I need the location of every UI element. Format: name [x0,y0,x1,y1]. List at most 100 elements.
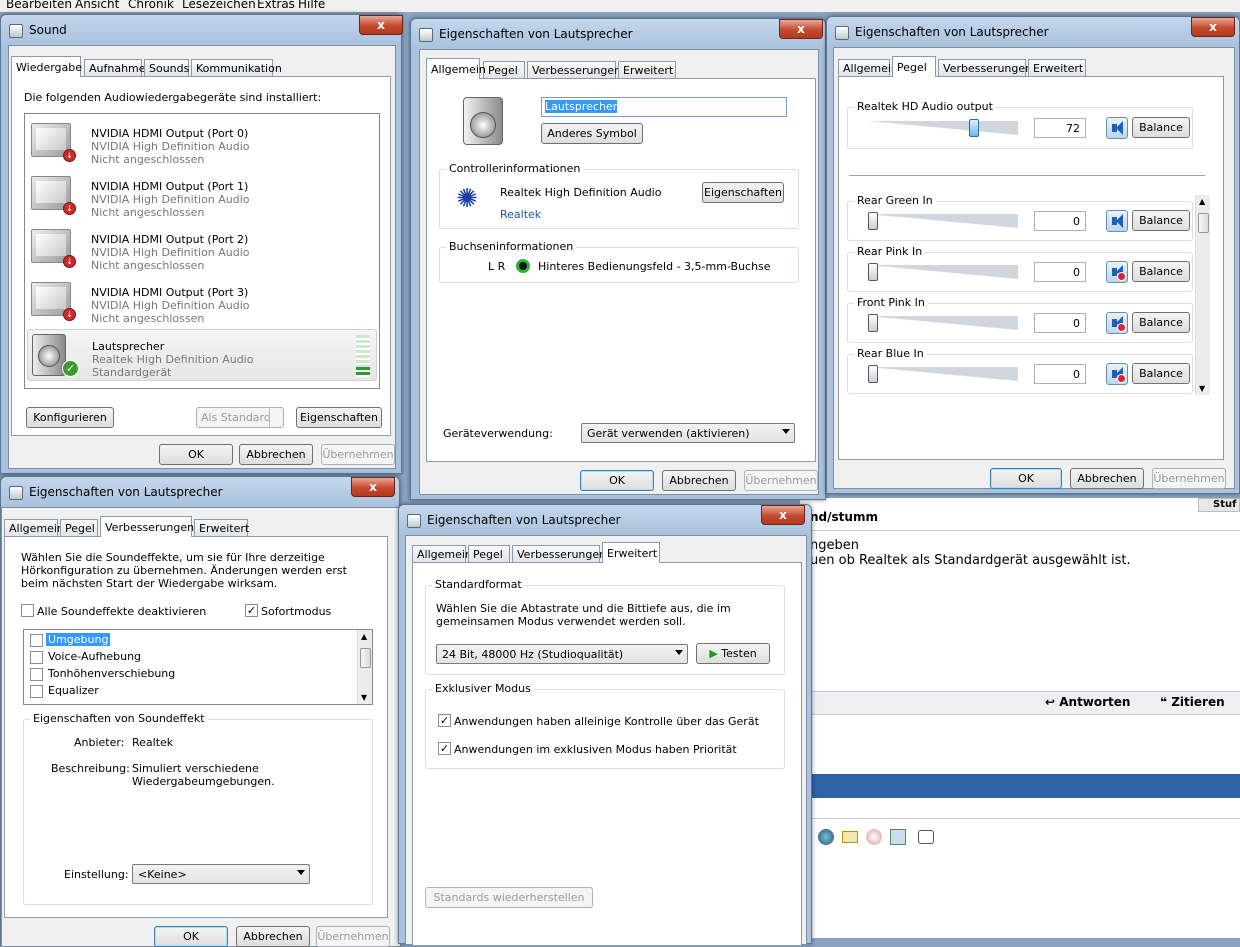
test-button[interactable]: ▶ Testen [696,643,770,664]
setting-select[interactable]: <Keine> [132,864,310,884]
device-item[interactable]: ↓ NVIDIA HDMI Output (Port 2) NVIDIA High… [27,223,377,275]
channel-slider[interactable] [868,364,1018,384]
ok-button[interactable]: OK [159,444,233,465]
quote-button[interactable]: ❝ Zitieren [1160,695,1225,709]
tab-verbesserungen[interactable]: Verbesserungen [100,516,194,537]
balance-button[interactable]: Balance [1132,312,1190,333]
cancel-button[interactable]: Abbrechen [662,470,736,491]
speaker-icon[interactable] [1106,210,1128,232]
controller-properties-button[interactable]: Eigenschaften [702,182,784,203]
balance-button[interactable]: Balance [1132,363,1190,384]
channel-slider[interactable] [868,211,1018,231]
channel-value[interactable]: 0 [1034,211,1086,231]
tab-pegel[interactable]: Pegel [483,61,525,78]
restore-defaults-button[interactable]: Standards wiederherstellen [425,887,593,908]
menu-ansicht[interactable]: Ansicht [75,0,119,11]
close-button[interactable]: x [1191,17,1235,37]
tab-pegel[interactable]: Pegel [892,56,936,77]
close-button[interactable]: x [351,477,395,497]
immediate-mode-checkbox[interactable]: ✓ [245,604,258,617]
image-icon[interactable] [890,829,906,845]
ok-button[interactable]: OK [990,468,1062,489]
channel-slider[interactable] [868,313,1018,333]
globe-icon[interactable] [818,829,834,845]
exclusive-control-checkbox[interactable]: ✓ [438,714,451,727]
close-button[interactable]: x [761,505,805,525]
apply-button[interactable]: Übernehmen [321,444,395,465]
menu-bearbeiten[interactable]: Bearbeiten [6,0,72,11]
format-select[interactable]: 24 Bit, 48000 Hz (Studioqualität) [436,644,688,664]
controller-vendor-link[interactable]: Realtek [500,208,541,221]
main-volume-value[interactable]: 72 [1034,118,1086,138]
device-item[interactable]: ↓ NVIDIA HDMI Output (Port 0) NVIDIA High… [27,117,377,169]
tab-wiedergabe[interactable]: Wiedergabe [11,56,82,77]
slider-thumb[interactable] [969,119,979,137]
channel-value[interactable]: 0 [1034,313,1086,333]
tab-sounds[interactable]: Sounds [144,59,189,76]
tab-erweitert[interactable]: Erweitert [618,61,676,78]
balance-button[interactable]: Balance [1132,210,1190,231]
smiley-icon[interactable] [866,829,882,845]
effect-item[interactable]: Voice-Aufhebung [48,650,141,663]
tab-verbesserungen[interactable]: Verbesserungen [527,61,621,78]
tab-pegel[interactable]: Pegel [468,545,510,562]
usage-select[interactable]: Gerät verwenden (aktivieren) [581,423,795,443]
tab-erweitert[interactable]: Erweitert [194,519,249,536]
speaker-muted-icon[interactable] [1106,261,1128,283]
effect-checkbox[interactable] [30,651,43,664]
speaker-icon[interactable] [1106,117,1128,139]
tab-allgemein[interactable]: Allgemein [412,545,472,562]
tab-erweitert[interactable]: Erweitert [1028,59,1086,76]
properties-button[interactable]: Eigenschaften [296,407,382,428]
tab-kommunikation[interactable]: Kommunikation [191,59,282,76]
comment-icon[interactable] [918,830,934,844]
ok-button[interactable]: OK [154,926,228,947]
tab-allgemein[interactable]: Allgemein [4,519,64,536]
set-default-button[interactable]: Als Standard [196,407,284,428]
device-item-selected[interactable]: ✓ Lautsprecher Realtek High Definition Au… [27,329,377,381]
effect-checkbox[interactable] [30,685,43,698]
tab-erweitert[interactable]: Erweitert [602,542,660,563]
main-volume-slider[interactable] [868,118,1018,138]
ok-button[interactable]: OK [580,470,654,491]
cancel-button[interactable]: Abbrechen [1070,468,1144,489]
tab-allgemein[interactable]: Allgemein [838,59,898,76]
apply-button[interactable]: Übernehmen [744,470,818,491]
configure-button[interactable]: Konfigurieren [26,407,114,428]
menu-lesezeichen[interactable]: Lesezeichen [182,0,256,11]
disable-all-checkbox[interactable] [21,604,34,617]
effect-item[interactable]: Equalizer [48,684,99,697]
menu-chronik[interactable]: Chronik [128,0,174,11]
channels-scrollbar[interactable]: ▲ ▼ [1195,195,1210,395]
effects-scrollbar[interactable]: ▲ ▼ [357,630,372,704]
reply-button[interactable]: ↩ Antworten [1045,695,1130,709]
channel-value[interactable]: 0 [1034,364,1086,384]
change-icon-button[interactable]: Anderes Symbol [541,123,643,144]
speaker-muted-icon[interactable] [1106,312,1128,334]
device-item[interactable]: ↓ NVIDIA HDMI Output (Port 3) NVIDIA High… [27,276,377,328]
close-button[interactable]: x [359,15,403,35]
menu-hilfe[interactable]: Hilfe [298,0,325,11]
tab-verbesserungen[interactable]: Verbesserungen [512,545,606,562]
exclusive-priority-checkbox[interactable]: ✓ [438,742,451,755]
effect-item[interactable]: Umgebung [46,633,111,646]
device-item[interactable]: ↓ NVIDIA HDMI Output (Port 1) NVIDIA High… [27,170,377,222]
speaker-muted-icon[interactable] [1106,363,1128,385]
balance-button[interactable]: Balance [1132,261,1190,282]
close-button[interactable]: x [779,19,823,39]
menu-extras[interactable]: Extras [257,0,295,11]
effect-checkbox[interactable] [30,668,43,681]
effect-checkbox[interactable] [30,634,43,647]
tab-aufnahme[interactable]: Aufnahme [84,59,146,76]
tab-verbesserungen[interactable]: Verbesserungen [938,59,1032,76]
tab-allgemein[interactable]: Allgemein [426,58,486,79]
cancel-button[interactable]: Abbrechen [239,444,313,465]
channel-slider[interactable] [868,262,1018,282]
channel-value[interactable]: 0 [1034,262,1086,282]
apply-button[interactable]: Übernehmen [316,926,390,947]
apply-button[interactable]: Übernehmen [1152,468,1226,489]
balance-button[interactable]: Balance [1132,117,1190,138]
mail-icon[interactable] [842,831,858,843]
cancel-button[interactable]: Abbrechen [236,926,310,947]
tab-pegel[interactable]: Pegel [60,519,98,536]
